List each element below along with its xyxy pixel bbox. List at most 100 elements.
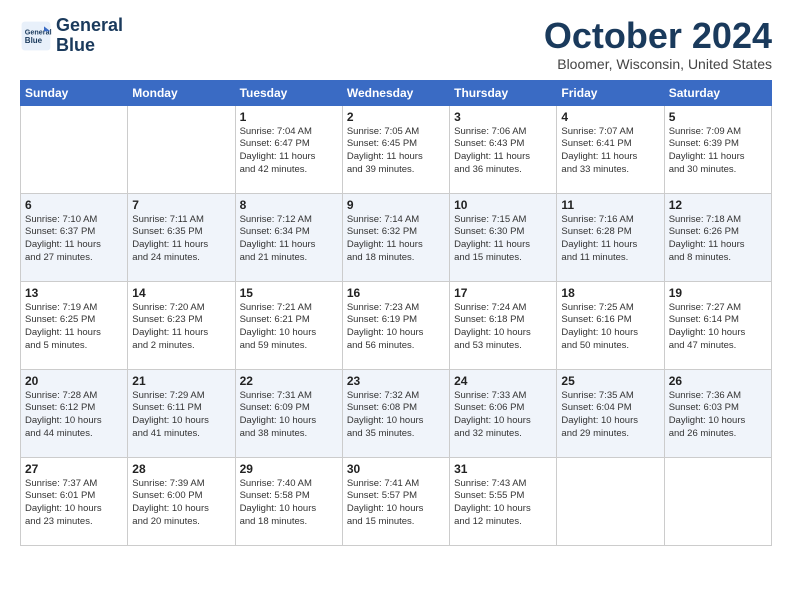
day-detail: Sunrise: 7:11 AM Sunset: 6:35 PM Dayligh…: [132, 214, 230, 265]
svg-text:General: General: [25, 27, 52, 36]
day-cell: 25 Sunrise: 7:35 AM Sunset: 6:04 PM Dayli…: [557, 369, 664, 457]
day-cell: 28 Sunrise: 7:39 AM Sunset: 6:00 PM Dayli…: [128, 457, 235, 545]
day-detail: Sunrise: 7:14 AM Sunset: 6:32 PM Dayligh…: [347, 214, 445, 265]
week-row-5: 27 Sunrise: 7:37 AM Sunset: 6:01 PM Dayli…: [21, 457, 772, 545]
day-cell: 16 Sunrise: 7:23 AM Sunset: 6:19 PM Dayli…: [342, 281, 449, 369]
header: General Blue General Blue October 2024 B…: [20, 16, 772, 72]
day-cell: 22Sunrise: 7:31 AM Sunset: 6:09 PM Dayli…: [235, 369, 342, 457]
day-detail: Sunrise: 7:20 AM Sunset: 6:23 PM Dayligh…: [132, 302, 230, 353]
day-number: 14: [132, 286, 230, 300]
day-number: 5: [669, 110, 767, 124]
day-detail: Sunrise: 7:24 AM Sunset: 6:18 PM Dayligh…: [454, 302, 552, 353]
day-number: 15: [240, 286, 338, 300]
logo-line1: General: [56, 15, 123, 35]
day-cell: 20 Sunrise: 7:28 AM Sunset: 6:12 PM Dayli…: [21, 369, 128, 457]
logo-icon: General Blue: [20, 20, 52, 52]
day-cell: 31 Sunrise: 7:43 AM Sunset: 5:55 PM Dayli…: [450, 457, 557, 545]
svg-text:Blue: Blue: [25, 36, 43, 45]
day-number: 27: [25, 462, 123, 476]
day-cell: [21, 105, 128, 193]
day-cell: 1 Sunrise: 7:04 AM Sunset: 6:47 PM Daylig…: [235, 105, 342, 193]
day-detail: Sunrise: 7:19 AM Sunset: 6:25 PM Dayligh…: [25, 302, 123, 353]
day-cell: 10Sunrise: 7:15 AM Sunset: 6:30 PM Dayli…: [450, 193, 557, 281]
week-row-1: 1 Sunrise: 7:04 AM Sunset: 6:47 PM Daylig…: [21, 105, 772, 193]
day-cell: 17Sunrise: 7:24 AM Sunset: 6:18 PM Dayli…: [450, 281, 557, 369]
day-detail: Sunrise: 7:09 AM Sunset: 6:39 PM Dayligh…: [669, 126, 767, 177]
day-detail: Sunrise: 7:40 AM Sunset: 5:58 PM Dayligh…: [240, 478, 338, 529]
day-cell: 8 Sunrise: 7:12 AM Sunset: 6:34 PM Daylig…: [235, 193, 342, 281]
day-number: 21: [132, 374, 230, 388]
day-cell: 30 Sunrise: 7:41 AM Sunset: 5:57 PM Dayli…: [342, 457, 449, 545]
day-detail: Sunrise: 7:31 AM Sunset: 6:09 PM Dayligh…: [240, 390, 338, 441]
day-detail: Sunrise: 7:36 AM Sunset: 6:03 PM Dayligh…: [669, 390, 767, 441]
day-cell: 26Sunrise: 7:36 AM Sunset: 6:03 PM Dayli…: [664, 369, 771, 457]
day-number: 2: [347, 110, 445, 124]
calendar-header-row: SundayMondayTuesdayWednesdayThursdayFrid…: [21, 80, 772, 105]
day-cell: 13Sunrise: 7:19 AM Sunset: 6:25 PM Dayli…: [21, 281, 128, 369]
day-cell: 21 Sunrise: 7:29 AM Sunset: 6:11 PM Dayli…: [128, 369, 235, 457]
day-number: 31: [454, 462, 552, 476]
day-cell: 11Sunrise: 7:16 AM Sunset: 6:28 PM Dayli…: [557, 193, 664, 281]
day-detail: Sunrise: 7:27 AM Sunset: 6:14 PM Dayligh…: [669, 302, 767, 353]
title-area: October 2024 Bloomer, Wisconsin, United …: [544, 16, 772, 72]
day-detail: Sunrise: 7:05 AM Sunset: 6:45 PM Dayligh…: [347, 126, 445, 177]
day-detail: Sunrise: 7:35 AM Sunset: 6:04 PM Dayligh…: [561, 390, 659, 441]
col-header-thursday: Thursday: [450, 80, 557, 105]
day-number: 29: [240, 462, 338, 476]
col-header-wednesday: Wednesday: [342, 80, 449, 105]
day-detail: Sunrise: 7:29 AM Sunset: 6:11 PM Dayligh…: [132, 390, 230, 441]
day-number: 16: [347, 286, 445, 300]
day-cell: 18 Sunrise: 7:25 AM Sunset: 6:16 PM Dayli…: [557, 281, 664, 369]
day-detail: Sunrise: 7:32 AM Sunset: 6:08 PM Dayligh…: [347, 390, 445, 441]
day-detail: Sunrise: 7:04 AM Sunset: 6:47 PM Dayligh…: [240, 126, 338, 177]
day-cell: 3 Sunrise: 7:06 AM Sunset: 6:43 PM Daylig…: [450, 105, 557, 193]
day-cell: [128, 105, 235, 193]
day-detail: Sunrise: 7:16 AM Sunset: 6:28 PM Dayligh…: [561, 214, 659, 265]
day-number: 8: [240, 198, 338, 212]
day-number: 28: [132, 462, 230, 476]
day-number: 9: [347, 198, 445, 212]
day-detail: Sunrise: 7:39 AM Sunset: 6:00 PM Dayligh…: [132, 478, 230, 529]
day-cell: 14 Sunrise: 7:20 AM Sunset: 6:23 PM Dayli…: [128, 281, 235, 369]
day-cell: 19Sunrise: 7:27 AM Sunset: 6:14 PM Dayli…: [664, 281, 771, 369]
day-detail: Sunrise: 7:25 AM Sunset: 6:16 PM Dayligh…: [561, 302, 659, 353]
day-number: 10: [454, 198, 552, 212]
day-number: 24: [454, 374, 552, 388]
day-detail: Sunrise: 7:37 AM Sunset: 6:01 PM Dayligh…: [25, 478, 123, 529]
calendar-table: SundayMondayTuesdayWednesdayThursdayFrid…: [20, 80, 772, 546]
col-header-friday: Friday: [557, 80, 664, 105]
day-number: 1: [240, 110, 338, 124]
day-cell: 15 Sunrise: 7:21 AM Sunset: 6:21 PM Dayli…: [235, 281, 342, 369]
day-cell: 12Sunrise: 7:18 AM Sunset: 6:26 PM Dayli…: [664, 193, 771, 281]
day-number: 3: [454, 110, 552, 124]
col-header-sunday: Sunday: [21, 80, 128, 105]
col-header-saturday: Saturday: [664, 80, 771, 105]
week-row-2: 6 Sunrise: 7:10 AM Sunset: 6:37 PM Daylig…: [21, 193, 772, 281]
day-detail: Sunrise: 7:10 AM Sunset: 6:37 PM Dayligh…: [25, 214, 123, 265]
day-cell: 9 Sunrise: 7:14 AM Sunset: 6:32 PM Daylig…: [342, 193, 449, 281]
day-detail: Sunrise: 7:23 AM Sunset: 6:19 PM Dayligh…: [347, 302, 445, 353]
day-number: 7: [132, 198, 230, 212]
calendar-subtitle: Bloomer, Wisconsin, United States: [544, 56, 772, 72]
day-number: 18: [561, 286, 659, 300]
day-number: 25: [561, 374, 659, 388]
day-detail: Sunrise: 7:21 AM Sunset: 6:21 PM Dayligh…: [240, 302, 338, 353]
day-detail: Sunrise: 7:43 AM Sunset: 5:55 PM Dayligh…: [454, 478, 552, 529]
day-cell: 7 Sunrise: 7:11 AM Sunset: 6:35 PM Daylig…: [128, 193, 235, 281]
day-number: 12: [669, 198, 767, 212]
calendar-title: October 2024: [544, 16, 772, 56]
day-detail: Sunrise: 7:33 AM Sunset: 6:06 PM Dayligh…: [454, 390, 552, 441]
week-row-4: 20 Sunrise: 7:28 AM Sunset: 6:12 PM Dayli…: [21, 369, 772, 457]
day-number: 4: [561, 110, 659, 124]
day-detail: Sunrise: 7:28 AM Sunset: 6:12 PM Dayligh…: [25, 390, 123, 441]
day-detail: Sunrise: 7:12 AM Sunset: 6:34 PM Dayligh…: [240, 214, 338, 265]
day-cell: 4Sunrise: 7:07 AM Sunset: 6:41 PM Daylig…: [557, 105, 664, 193]
day-cell: 24 Sunrise: 7:33 AM Sunset: 6:06 PM Dayli…: [450, 369, 557, 457]
col-header-monday: Monday: [128, 80, 235, 105]
day-number: 20: [25, 374, 123, 388]
day-detail: Sunrise: 7:06 AM Sunset: 6:43 PM Dayligh…: [454, 126, 552, 177]
day-cell: [664, 457, 771, 545]
day-number: 30: [347, 462, 445, 476]
day-detail: Sunrise: 7:41 AM Sunset: 5:57 PM Dayligh…: [347, 478, 445, 529]
day-number: 6: [25, 198, 123, 212]
